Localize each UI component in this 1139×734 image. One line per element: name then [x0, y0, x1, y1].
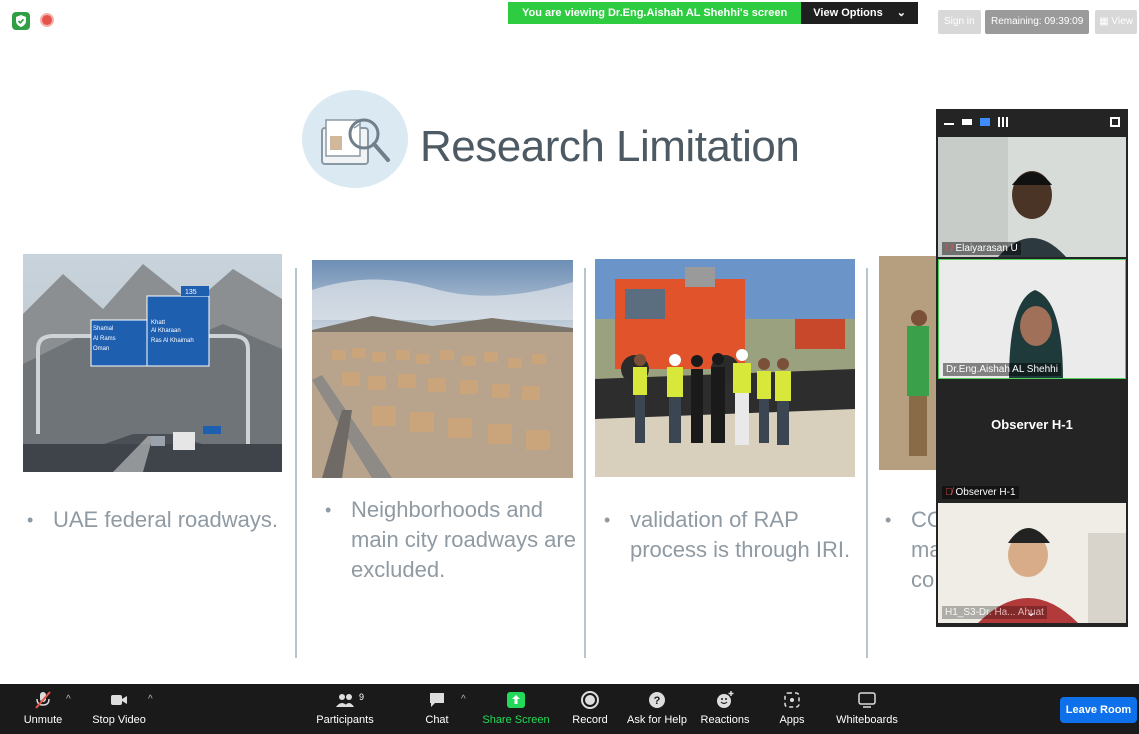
participant-tile-3[interactable]: Observer H-1 🎙̸ Observer H-1	[938, 381, 1126, 501]
column-divider	[584, 268, 586, 658]
participant-tile-4[interactable]: H1_S3-Dr. Ha... Ahuat ⌄	[938, 503, 1126, 623]
participant-name: Observer H-1	[955, 487, 1016, 498]
sign-left-line-3: Oman	[93, 346, 109, 352]
view-button[interactable]: ▦ View	[1095, 10, 1137, 34]
unmute-label: Unmute	[23, 714, 63, 726]
participant-tile-2[interactable]: Dr.Eng.Aishah AL Shehhi	[938, 259, 1126, 379]
participant-name: Elaiyarasan U	[955, 243, 1018, 254]
whiteboards-button[interactable]: Whiteboards	[831, 690, 903, 726]
slide-title: Research Limitation	[420, 122, 800, 171]
svg-text:?: ?	[654, 695, 661, 707]
neighborhood-photo	[312, 260, 573, 478]
video-camera-icon	[111, 695, 127, 705]
leave-room-button[interactable]: Leave Room	[1060, 697, 1137, 723]
stop-video-label: Stop Video	[92, 714, 146, 726]
whiteboards-label: Whiteboards	[836, 714, 898, 726]
participants-video-panel: 🎙̸ Elaiyarasan U Dr.Eng.Aishah AL Shehhi…	[936, 109, 1128, 627]
highway-photo: Shamal Al Rams Oman Khatt Al Kharaan Ras…	[23, 254, 282, 472]
mic-muted-icon	[35, 691, 51, 709]
speaker-view-icon[interactable]	[962, 119, 972, 125]
viewing-text: You are viewing Dr.Eng.Aishah AL Shehhi'…	[508, 2, 802, 24]
view-options-button[interactable]: View Options ⌄	[801, 2, 918, 24]
sign-right-line-2: Al Kharaan	[151, 328, 181, 334]
chat-options-caret-icon[interactable]: ^	[461, 694, 466, 705]
share-screen-button[interactable]: Share Screen	[481, 690, 551, 726]
bullet-3-line-1: validation of RAP	[630, 507, 799, 532]
participant-name-tag: 🎙̸ Elaiyarasan U	[942, 242, 1021, 255]
gallery-view-icon[interactable]	[998, 117, 1008, 127]
sign-top-number: 135	[185, 289, 197, 296]
participant-name-tag: Dr.Eng.Aishah AL Shehhi	[943, 363, 1061, 376]
participant-name: Dr.Eng.Aishah AL Shehhi	[946, 364, 1058, 375]
bullet-item-2: • Neighborhoods and main city roadways a…	[325, 495, 576, 585]
panel-view-controls	[936, 109, 1128, 135]
reactions-label: Reactions	[700, 714, 750, 726]
participant-tile-1[interactable]: 🎙̸ Elaiyarasan U	[938, 137, 1126, 257]
record-button[interactable]: Record	[555, 690, 625, 726]
bullet-2-line-1: Neighborhoods and	[351, 497, 544, 522]
share-screen-label: Share Screen	[482, 714, 550, 726]
stop-video-button[interactable]: Stop Video	[84, 690, 154, 726]
research-folder-icon	[302, 90, 408, 188]
bullet-dot: •	[604, 510, 611, 530]
share-screen-icon	[507, 692, 525, 708]
column-divider	[866, 268, 868, 658]
record-label: Record	[572, 714, 608, 726]
help-question-icon: ?	[649, 692, 665, 708]
bullet-2-line-3: excluded.	[351, 557, 446, 582]
column-divider	[295, 268, 297, 658]
remaining-time-badge: Remaining: 09:39:09	[985, 10, 1090, 34]
meeting-toolbar: Unmute ^ Stop Video ^ Participants 9 Cha…	[0, 684, 1139, 734]
bullet-dot: •	[885, 510, 892, 530]
bullet-1-line-1: UAE federal roadways.	[53, 507, 278, 532]
observer-center-label: Observer H-1	[991, 417, 1073, 432]
viewing-banner: You are viewing Dr.Eng.Aishah AL Shehhi'…	[508, 2, 918, 24]
ask-for-help-label: Ask for Help	[627, 714, 687, 726]
chevron-down-icon: ⌄	[896, 7, 906, 19]
minimize-icon[interactable]	[944, 119, 954, 125]
apps-button[interactable]: Apps	[757, 690, 827, 726]
participant-name-tag: 🎙̸ Observer H-1	[942, 486, 1019, 499]
bullet-item-3: • validation of RAP process is through I…	[604, 505, 851, 565]
apps-icon	[784, 692, 800, 708]
bullet-dot: •	[325, 500, 332, 520]
audio-options-caret-icon[interactable]: ^	[66, 694, 71, 705]
security-shield-icon[interactable]	[12, 12, 30, 30]
view-options-label: View Options	[813, 7, 883, 19]
worker-photo	[879, 256, 939, 470]
bullet-dot: •	[27, 510, 34, 530]
participants-button[interactable]: Participants	[310, 690, 380, 726]
chevron-down-icon[interactable]: ⌄	[1026, 605, 1036, 619]
participants-icon	[336, 694, 354, 707]
bullet-item-1: • UAE federal roadways.	[27, 505, 278, 535]
chat-label: Chat	[425, 714, 449, 726]
chat-bubble-icon	[430, 693, 444, 707]
reactions-button[interactable]: Reactions	[690, 690, 760, 726]
view-label: View	[1111, 16, 1133, 27]
exit-panel-icon[interactable]	[1110, 117, 1120, 127]
rap-team-photo	[595, 259, 855, 477]
sign-left-line-1: Shamal	[93, 326, 113, 332]
whiteboard-icon	[858, 692, 876, 708]
participants-label: Participants	[316, 714, 374, 726]
recording-indicator-icon	[40, 13, 54, 27]
video-options-caret-icon[interactable]: ^	[148, 694, 153, 705]
participants-count: 9	[359, 692, 365, 702]
record-icon	[581, 691, 599, 709]
sign-right-line-1: Khatt	[151, 320, 165, 326]
mic-muted-icon: 🎙̸	[945, 487, 953, 498]
apps-label: Apps	[779, 714, 805, 726]
sign-in-button[interactable]: Sign in	[938, 10, 981, 34]
bullet-2-line-2: main city roadways are	[351, 527, 576, 552]
sign-left-line-2: Al Rams	[93, 336, 116, 342]
bullet-3-line-2: process is through IRI.	[630, 537, 851, 562]
strip-view-icon[interactable]	[980, 118, 990, 126]
smiley-icon	[717, 691, 734, 708]
mic-muted-icon: 🎙̸	[945, 243, 953, 254]
sign-right-line-3: Ras Al Khaimah	[151, 338, 194, 344]
zoom-window: You are viewing Dr.Eng.Aishah AL Shehhi'…	[0, 0, 1139, 734]
grid-view-icon: ▦	[1099, 16, 1109, 27]
ask-for-help-button[interactable]: ? Ask for Help	[622, 690, 692, 726]
